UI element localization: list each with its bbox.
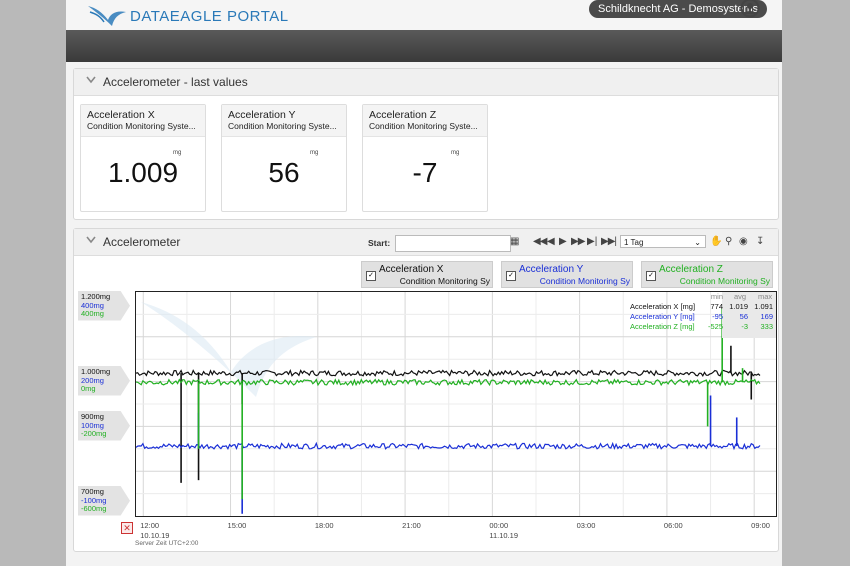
zoom-icon[interactable]: ⚲ (725, 235, 732, 249)
checkbox[interactable]: ✓ (646, 271, 656, 281)
eagle-logo-icon (88, 6, 126, 26)
legend-item-x[interactable]: ✓ Acceleration X Condition Monitoring Sy (361, 261, 493, 288)
skip-end-icon[interactable]: ▶| (587, 235, 597, 249)
tile-value: 56 (268, 157, 300, 188)
jump-forward-icon[interactable]: ▶▶ (571, 235, 585, 249)
x-tick-label: 15:00 (227, 521, 247, 530)
checkbox[interactable]: ✓ (366, 271, 376, 281)
stats-avg-y: 56 (739, 312, 748, 321)
close-icon[interactable]: ✕ (121, 522, 133, 534)
stats-label-z: Acceleration Z [mg] (630, 322, 695, 331)
y-tick-z: -200mg (81, 429, 107, 438)
start-label: Start: (368, 238, 391, 248)
tile-source: Condition Monitoring Syste... (87, 121, 196, 131)
server-time: Server Zeit UTC+2:00 (135, 540, 199, 547)
range-select[interactable]: 1 Tag ⌄ (620, 235, 706, 248)
step-back-icon[interactable]: ◀ (547, 235, 555, 249)
last-values-header[interactable]: Accelerometer - last values (74, 69, 778, 96)
accelerometer-panel: Accelerometer Start: ▦ ◀◀ ◀ ▶ ▶▶ ▶| ▶▶| … (73, 228, 779, 552)
x-tick-label: 06:00 (663, 521, 683, 530)
accelerometer-title: Accelerometer (103, 235, 181, 249)
tile-unit: mg (310, 150, 319, 156)
x-tick-label: 00:00 (489, 521, 509, 530)
x-tick-label: 12:00 (140, 521, 160, 530)
download-icon[interactable]: ↧ (756, 235, 764, 249)
value-tile-y[interactable]: Acceleration Y Condition Monitoring Syste… (221, 104, 347, 212)
stats-min-z: -525 (707, 322, 723, 331)
x-tick-label: 03:00 (576, 521, 596, 530)
legend-source: Condition Monitoring Sy (399, 276, 490, 286)
stats-avg-header: avg (734, 292, 747, 301)
y-axis-label-top: 1.200mg 400mg 400mg (78, 291, 130, 321)
value-tile-x[interactable]: Acceleration X Condition Monitoring Syste… (80, 104, 206, 212)
stats-avg-x: 1.019 (729, 302, 748, 311)
legend-name: Acceleration Y (519, 264, 584, 275)
camera-icon[interactable]: ◉ (739, 235, 748, 249)
legend-source: Condition Monitoring Sy (539, 276, 630, 286)
x-tick-date: 10.10.19 (140, 531, 170, 540)
top-bar: DATAEAGLE PORTAL Schildknecht AG - Demos… (66, 0, 782, 30)
tile-value: 1.009 (107, 157, 179, 188)
legend-item-y[interactable]: ✓ Acceleration Y Condition Monitoring Sy (501, 261, 633, 288)
y-tick-z: -600mg (81, 504, 107, 513)
legend-name: Acceleration X (379, 264, 444, 275)
last-values-title: Accelerometer - last values (103, 75, 248, 89)
stats-avg-z: -3 (741, 322, 748, 331)
tile-source: Condition Monitoring Syste... (369, 121, 478, 131)
x-tick-label: 09:00 (751, 521, 770, 530)
tile-unit: mg (451, 150, 460, 156)
go-to-now-icon[interactable]: ▶▶| (601, 235, 617, 249)
legend-name: Acceleration Z (659, 264, 723, 275)
tile-name: Acceleration Y (228, 109, 296, 121)
y-tick-z: 0mg (81, 384, 96, 393)
y-axis-label-2: 1.000mg 200mg 0mg (78, 366, 130, 396)
stats-max-x: 1.091 (754, 302, 773, 311)
jump-back-icon[interactable]: ◀◀ (533, 235, 547, 249)
logo[interactable]: DATAEAGLE PORTAL (86, 2, 289, 28)
user-account-icon[interactable] (739, 0, 761, 18)
chevron-down-icon[interactable] (86, 76, 96, 84)
portal-page: DATAEAGLE PORTAL Schildknecht AG - Demos… (66, 0, 782, 566)
tile-unit: mg (173, 150, 182, 156)
x-tick-date: 11.10.19 (489, 531, 518, 540)
y-axis-label-3: 900mg 100mg -200mg (78, 411, 130, 441)
pan-hand-icon[interactable]: ✋ (710, 235, 722, 249)
tile-value: -7 (412, 157, 438, 188)
logo-text: DATAEAGLE PORTAL (130, 8, 289, 25)
chevron-down-icon: ⌄ (694, 238, 701, 247)
stats-min-header: min (710, 292, 723, 301)
x-tick-label: 21:00 (402, 521, 421, 530)
start-date-input[interactable] (395, 235, 511, 252)
stats-max-y: 169 (760, 312, 773, 321)
tile-name: Acceleration X (87, 109, 155, 121)
value-tile-z[interactable]: Acceleration Z Condition Monitoring Syste… (362, 104, 488, 212)
series-line-acceleration-y[interactable] (135, 441, 761, 451)
range-value: 1 Tag (624, 238, 644, 247)
navigation-bar (66, 30, 782, 62)
chart-area[interactable]: min avg max Acceleration X [mg] 774 1.01… (135, 291, 777, 517)
series-line-acceleration-z[interactable] (135, 378, 761, 387)
tile-source: Condition Monitoring Syste... (228, 121, 337, 131)
legend-item-z[interactable]: ✓ Acceleration Z Condition Monitoring Sy (641, 261, 773, 288)
y-tick-z: 400mg (81, 309, 104, 318)
stats-max-z: 333 (760, 322, 773, 331)
y-axis-label-bottom: 700mg -100mg -600mg (78, 486, 130, 516)
calendar-icon[interactable]: ▦ (510, 235, 519, 249)
tile-name: Acceleration Z (369, 109, 437, 121)
chevron-down-icon[interactable] (86, 236, 96, 244)
last-values-panel: Accelerometer - last values Acceleration… (73, 68, 779, 220)
stats-min-y: -95 (712, 312, 723, 321)
step-forward-icon[interactable]: ▶ (559, 235, 567, 249)
stats-max-header: max (758, 292, 773, 301)
stats-label-y: Acceleration Y [mg] (630, 312, 695, 321)
stats-label-x: Acceleration X [mg] (630, 302, 696, 311)
x-tick-label: 18:00 (314, 521, 334, 530)
checkbox[interactable]: ✓ (506, 271, 516, 281)
legend-source: Condition Monitoring Sy (679, 276, 770, 286)
stats-min-x: 774 (710, 302, 723, 311)
